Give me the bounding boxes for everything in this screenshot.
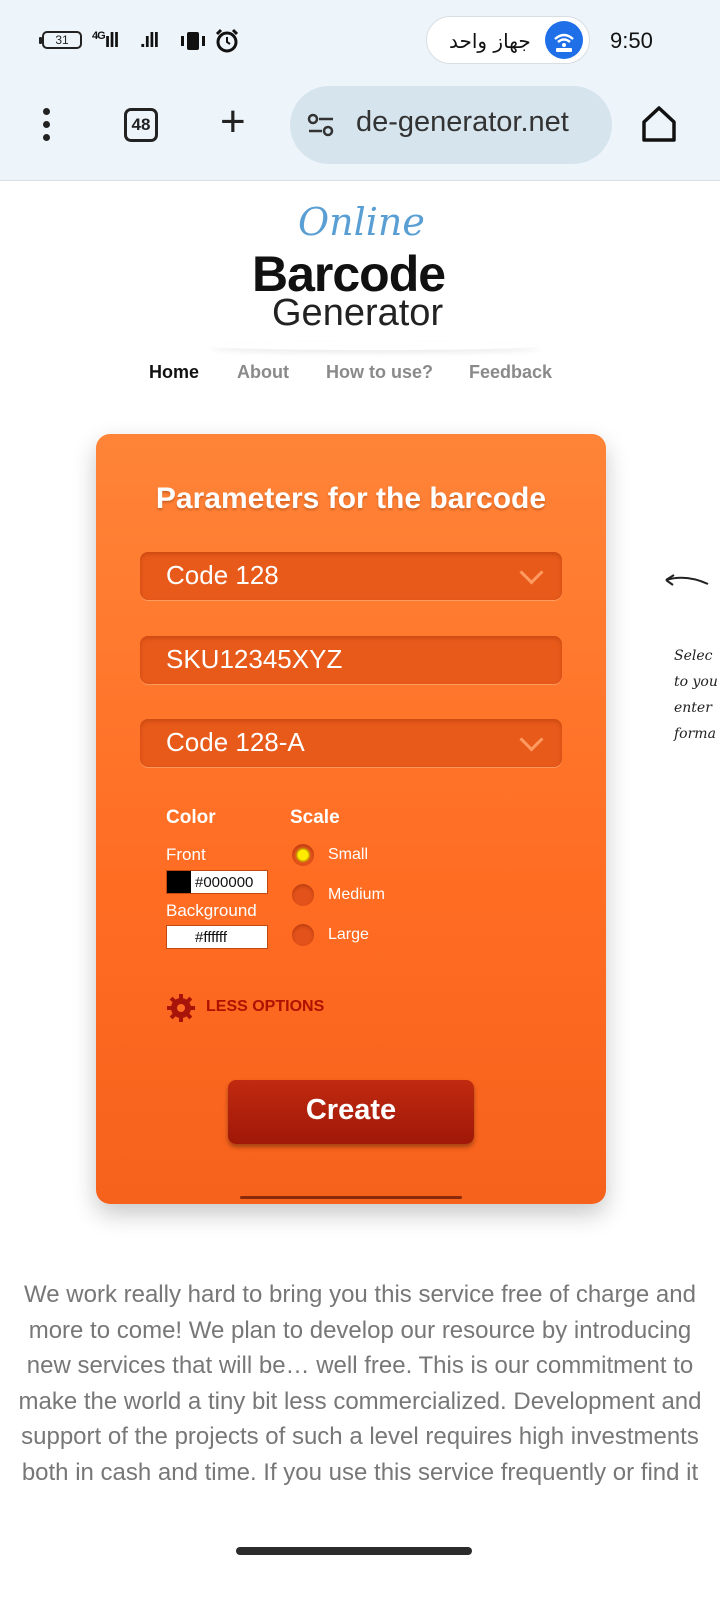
arrow-left-icon [665, 574, 709, 586]
scale-small-radio[interactable] [292, 844, 314, 866]
vibrate-icon [181, 32, 205, 50]
site-settings-icon[interactable] [306, 110, 336, 140]
bottom-fade [0, 1530, 720, 1600]
side-note: Selec to you enter forma [674, 648, 718, 742]
barcode-data-input[interactable]: SKU12345XYZ [140, 636, 562, 684]
color-heading: Color [166, 807, 216, 828]
logo-generator: Generator [272, 292, 444, 334]
background-label: Background [166, 901, 257, 920]
clock: 9:50 [610, 28, 653, 53]
alarm-icon [215, 28, 239, 53]
front-label: Front [166, 845, 206, 864]
logo-divider [210, 342, 540, 350]
scale-medium-label[interactable]: Medium [328, 886, 385, 904]
signal-icon: .ıll [140, 30, 159, 52]
scale-small-label[interactable]: Small [328, 846, 368, 864]
scale-large-label[interactable]: Large [328, 926, 369, 944]
nav-about[interactable]: About [237, 362, 289, 383]
chevron-down-icon [519, 727, 544, 752]
barcode-subtype-select[interactable]: Code 128-A [140, 719, 562, 767]
nav-how-to-use[interactable]: How to use? [326, 362, 433, 383]
nav-feedback[interactable]: Feedback [469, 362, 552, 383]
nav-home[interactable]: Home [149, 362, 199, 383]
panel-title: Parameters for the barcode [155, 482, 547, 515]
create-button[interactable]: Create [228, 1080, 474, 1144]
front-color-swatch [167, 871, 191, 893]
hotspot-pill[interactable]: جهاز واحد [426, 16, 590, 64]
parameters-panel: Parameters for the barcode Code 128 SKU1… [96, 434, 606, 1204]
background-color-input[interactable]: #ffffff [166, 925, 268, 949]
home-icon[interactable] [640, 104, 678, 144]
address-bar[interactable]: de-generator.net [290, 86, 612, 164]
front-color-input[interactable]: #000000 [166, 870, 268, 894]
tab-count-button[interactable]: 48 [124, 108, 158, 142]
menu-icon[interactable] [36, 108, 56, 148]
home-indicator[interactable] [236, 1547, 472, 1555]
scale-heading: Scale [290, 807, 340, 828]
support-paragraph: We work really hard to bring you this se… [18, 1281, 702, 1486]
less-options-link[interactable]: LESS OPTIONS [206, 998, 324, 1016]
url-text: de-generator.net [356, 106, 569, 138]
browser-toolbar: 48 + de-generator.net [0, 82, 720, 181]
status-bar: 31 4Gıll .ıll جهاز واحد 9:50 [0, 0, 720, 82]
gear-icon[interactable] [166, 993, 196, 1023]
barcode-type-select[interactable]: Code 128 [140, 552, 562, 600]
scale-medium-radio[interactable] [292, 884, 314, 906]
signal-4g-icon: 4Gıll [92, 30, 119, 52]
logo-online: Online [298, 200, 425, 244]
battery-icon: 31 [39, 31, 82, 49]
hotspot-name: جهاز واحد [449, 29, 531, 53]
wifi-hotspot-icon [545, 21, 583, 59]
new-tab-icon[interactable]: + [220, 100, 246, 144]
chevron-down-icon [519, 560, 544, 585]
panel-bottom-edge [240, 1196, 462, 1199]
background-color-swatch [167, 926, 191, 948]
scale-large-radio[interactable] [292, 924, 314, 946]
